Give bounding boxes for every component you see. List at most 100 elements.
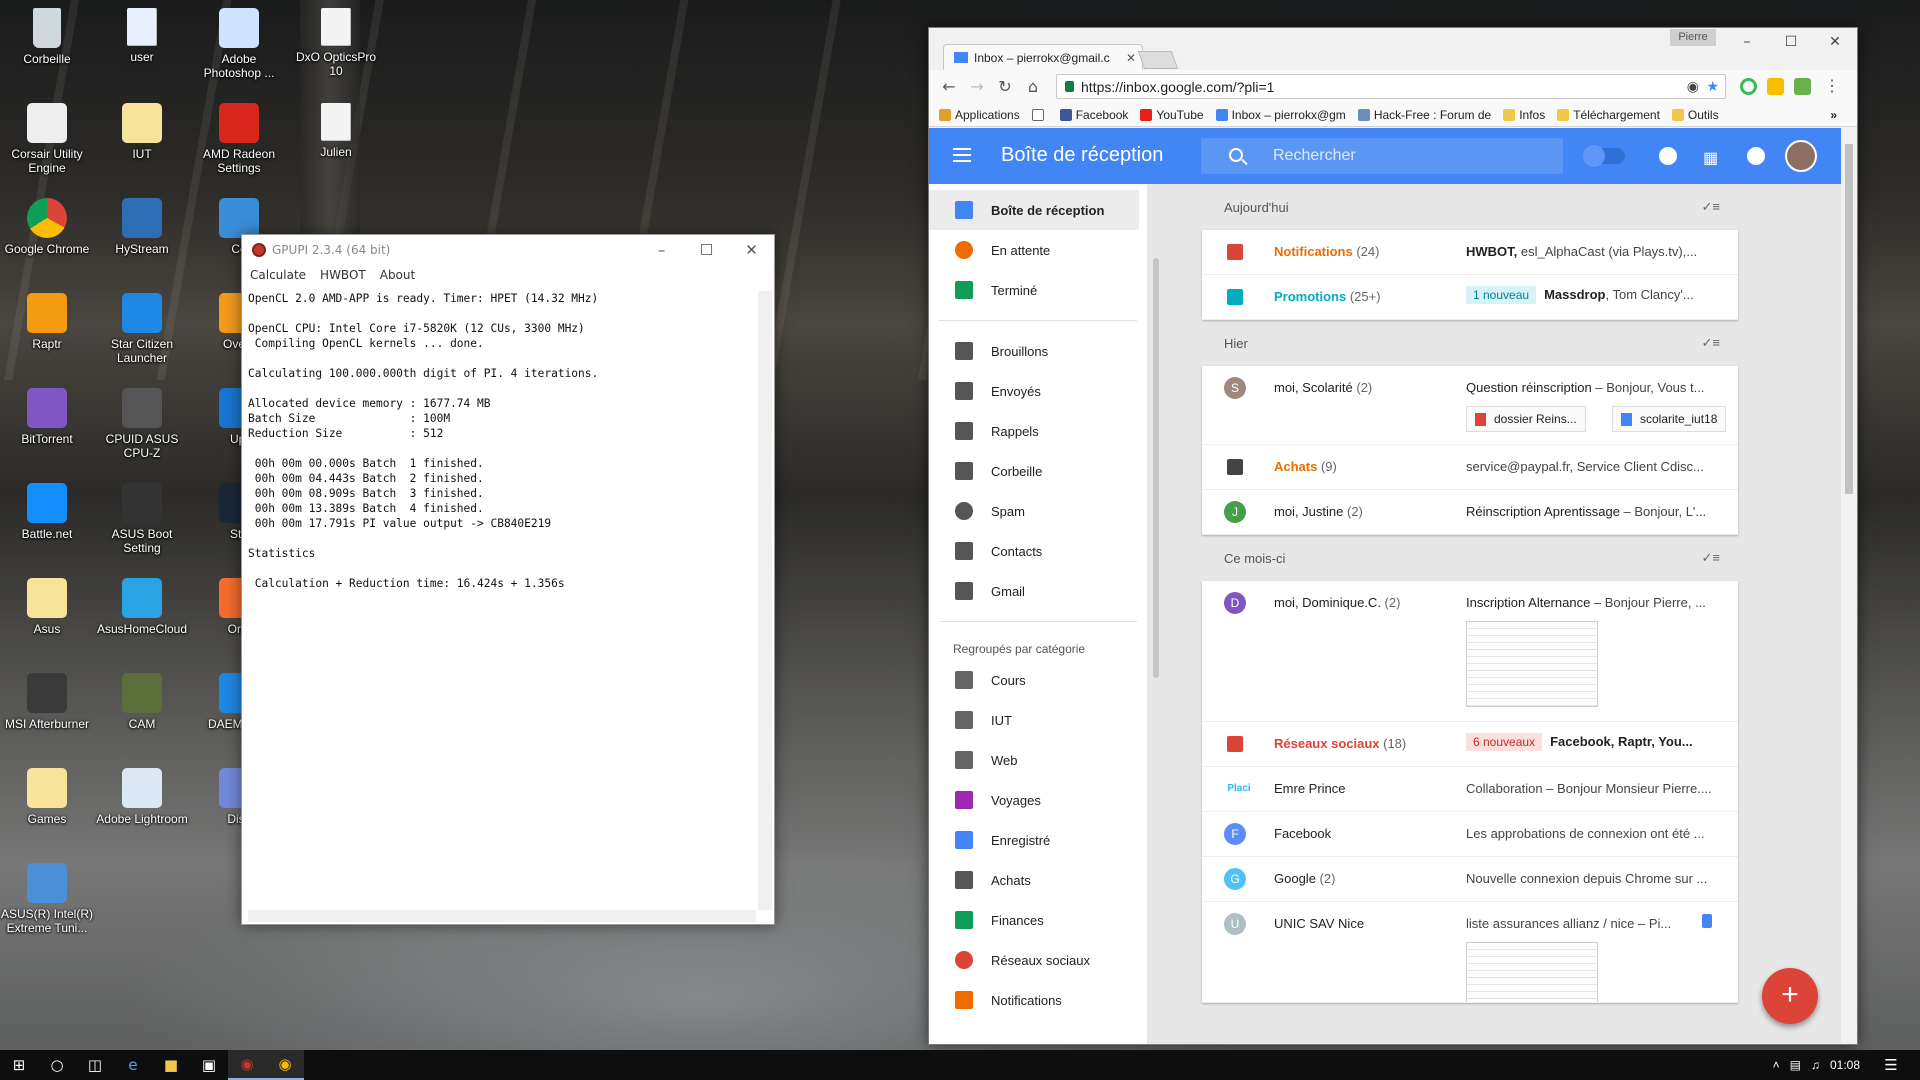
sidebar-item-voyages[interactable]: Voyages (929, 780, 1147, 820)
start-windows-icon[interactable]: ⊞ (0, 1050, 38, 1080)
maximize-button[interactable]: ☐ (684, 235, 729, 265)
close-button[interactable]: ✕ (729, 235, 774, 265)
bookmark-page[interactable] (1031, 108, 1048, 121)
desktop-icon-asus-boot-setting[interactable]: ASUS Boot Setting (96, 483, 188, 555)
gpupi-output-log[interactable]: OpenCL 2.0 AMD-APP is ready. Timer: HPET… (248, 291, 756, 910)
cortana-icon[interactable]: ○ (38, 1050, 76, 1080)
sidebar-item-envoyes[interactable]: Envoyés (929, 371, 1147, 411)
sidebar-item-spam[interactable]: Spam (929, 491, 1147, 531)
minimize-button[interactable]: – (1725, 28, 1769, 56)
horizontal-scrollbar[interactable] (248, 910, 756, 922)
list-item[interactable]: F Facebook Les approbations de connexion o… (1202, 812, 1738, 857)
sweep-done-icon[interactable]: ✓≡ (1702, 335, 1720, 351)
list-item[interactable]: Jmoi, Justine (2) Réinscription Aprentiss… (1202, 490, 1738, 535)
task-view-icon[interactable]: ◫ (76, 1050, 114, 1080)
home-icon[interactable]: ⌂ (1019, 77, 1047, 96)
address-bar[interactable]: https://inbox.google.com/?pli=1 ◉ ★ (1056, 74, 1726, 99)
sidebar-item-web[interactable]: Web (929, 740, 1147, 780)
eye-icon[interactable]: ◉ (1687, 78, 1699, 95)
bookmark-t-l-chargement[interactable]: Téléchargement (1557, 108, 1660, 122)
sweep-done-icon[interactable]: ✓≡ (1702, 550, 1720, 566)
attachment-chip[interactable]: scolarite_iut18 (1612, 406, 1727, 432)
list-item[interactable]: Placi Emre Prince Collaboration – Bonjour … (1202, 767, 1738, 812)
list-item[interactable]: Promotions (25+) 1 nouveau Massdrop, Tom C… (1202, 275, 1738, 320)
clock-time[interactable]: 01:08 (1830, 1058, 1860, 1072)
apps-grid-icon[interactable]: ▦ (1703, 148, 1725, 170)
avatar[interactable] (1785, 140, 1817, 172)
desktop-icon-hystream[interactable]: HyStream (96, 198, 188, 256)
desktop-icon-dxo-opticspro-10[interactable]: DxO OpticsPro 10 (290, 8, 382, 78)
list-item[interactable]: Réseaux sociaux (18) 6 nouveaux Facebook, … (1202, 722, 1738, 767)
desktop-icon-msi-afterburner[interactable]: MSI Afterburner (1, 673, 93, 731)
desktop-icon-google-chrome[interactable]: Google Chrome (1, 198, 93, 256)
network-icon[interactable]: ▤ (1790, 1058, 1801, 1072)
sidebar-item-rappels[interactable]: Rappels (929, 411, 1147, 451)
menu-hwbot[interactable]: HWBOT (320, 268, 366, 282)
sidebar-item-corbeille[interactable]: Corbeille (929, 451, 1147, 491)
new-tab-button[interactable] (1137, 51, 1179, 69)
desktop-icon-battle-net[interactable]: Battle.net (1, 483, 93, 541)
feedback-icon[interactable] (1659, 147, 1677, 165)
desktop-icon-asus[interactable]: Asus (1, 578, 93, 636)
desktop-icon-raptr[interactable]: Raptr (1, 293, 93, 351)
list-item[interactable]: Dmoi, Dominique.C. (2) Inscription Altern… (1202, 581, 1738, 722)
sidebar-item-contacts[interactable]: Contacts (929, 531, 1147, 571)
pin-icon[interactable] (1702, 914, 1712, 928)
sweep-done-icon[interactable]: ✓≡ (1702, 199, 1720, 215)
sidebar-scrollbar[interactable] (1153, 258, 1159, 678)
desktop-icon-adobe-lightroom[interactable]: Adobe Lightroom (96, 768, 188, 826)
desktop-icon-asus-r-intel-r-extreme-tuni[interactable]: ASUS(R) Intel(R) Extreme Tuni... (1, 863, 93, 935)
desktop-icon-games[interactable]: Games (1, 768, 93, 826)
extension-refresh-icon[interactable] (1740, 78, 1757, 95)
sidebar-item-reseaux-sociaux[interactable]: Réseaux sociaux (929, 940, 1147, 980)
desktop-icon-corbeille[interactable]: Corbeille (1, 8, 93, 66)
desktop-icon-cam[interactable]: CAM (96, 673, 188, 731)
tab-inbox[interactable]: Inbox – pierrokx@gmail.c ✕ (943, 44, 1143, 70)
list-item[interactable]: Achats (9) service@paypal.fr, Service Cli… (1202, 445, 1738, 490)
forward-icon[interactable]: → (963, 77, 991, 96)
page-scrollbar[interactable] (1841, 128, 1857, 1044)
profile-badge[interactable]: Pierre (1670, 29, 1716, 46)
bookmark-outils[interactable]: Outils (1671, 108, 1719, 122)
desktop-icon-asushomecloud[interactable]: AsusHomeCloud (96, 578, 188, 636)
list-item[interactable]: U UNIC SAV Nice liste assurances allianz /… (1202, 902, 1738, 1003)
gpupi-taskbar-icon[interactable]: ◉ (228, 1050, 266, 1080)
sidebar-item-finances[interactable]: Finances (929, 900, 1147, 940)
desktop-icon-amd-radeon-settings[interactable]: AMD Radeon Settings (193, 103, 285, 175)
tray-expand-icon[interactable]: ˄ (1773, 1058, 1780, 1072)
minimize-button[interactable]: – (639, 235, 684, 265)
menu-dots-icon[interactable]: ⋮ (1824, 76, 1840, 96)
bookmark-facebook[interactable]: Facebook (1059, 108, 1128, 122)
bookmark-youtube[interactable]: YouTube (1140, 108, 1204, 122)
desktop-icon-cpuid-asus-cpu-z[interactable]: CPUID ASUS CPU-Z (96, 388, 188, 460)
bookmark-hack-free-forum-de[interactable]: Hack-Free : Forum de (1357, 108, 1491, 122)
sidebar-item-enregistre[interactable]: Enregistré (929, 820, 1147, 860)
desktop-icon-user[interactable]: user (96, 8, 188, 64)
sidebar-item-termine[interactable]: Terminé (929, 270, 1147, 310)
store-icon[interactable]: ▣ (190, 1050, 228, 1080)
live-extension-icon[interactable] (1794, 78, 1811, 95)
attachment-thumbnail[interactable] (1466, 621, 1598, 707)
maximize-button[interactable]: ☐ (1769, 28, 1813, 56)
sidebar-item-brouillons[interactable]: Brouillons (929, 331, 1147, 371)
bookmark-infos[interactable]: Infos (1503, 108, 1545, 122)
attachment-thumbnail[interactable] (1466, 942, 1598, 1002)
google-drive-icon[interactable] (1767, 78, 1784, 95)
pin-toggle[interactable] (1583, 145, 1625, 167)
sidebar-item-achats[interactable]: Achats (929, 860, 1147, 900)
notifications-bell-icon[interactable] (1747, 147, 1765, 165)
menu-about[interactable]: About (380, 268, 415, 282)
vertical-scrollbar[interactable] (758, 291, 772, 910)
bookmark-inbox-pierrokx-gm[interactable]: Inbox – pierrokx@gm (1215, 108, 1346, 122)
bookmarks-overflow-button[interactable]: » (1830, 108, 1837, 122)
list-item[interactable]: G Google (2) Nouvelle connexion depuis Chr… (1202, 857, 1738, 902)
edge-icon[interactable]: e (114, 1050, 152, 1080)
desktop-icon-iut[interactable]: IUT (96, 103, 188, 161)
sidebar-item-cours[interactable]: Cours (929, 660, 1147, 700)
list-item[interactable]: Smoi, Scolarité (2) Question réinscriptio… (1202, 366, 1738, 445)
search-input[interactable]: Rechercher (1201, 138, 1563, 174)
attachment-chip[interactable]: dossier Reins... (1466, 406, 1586, 432)
scroll-thumb[interactable] (1845, 144, 1853, 494)
sidebar-item-boite-de-reception[interactable]: Boîte de réception (929, 190, 1139, 230)
sidebar-item-iut[interactable]: IUT (929, 700, 1147, 740)
